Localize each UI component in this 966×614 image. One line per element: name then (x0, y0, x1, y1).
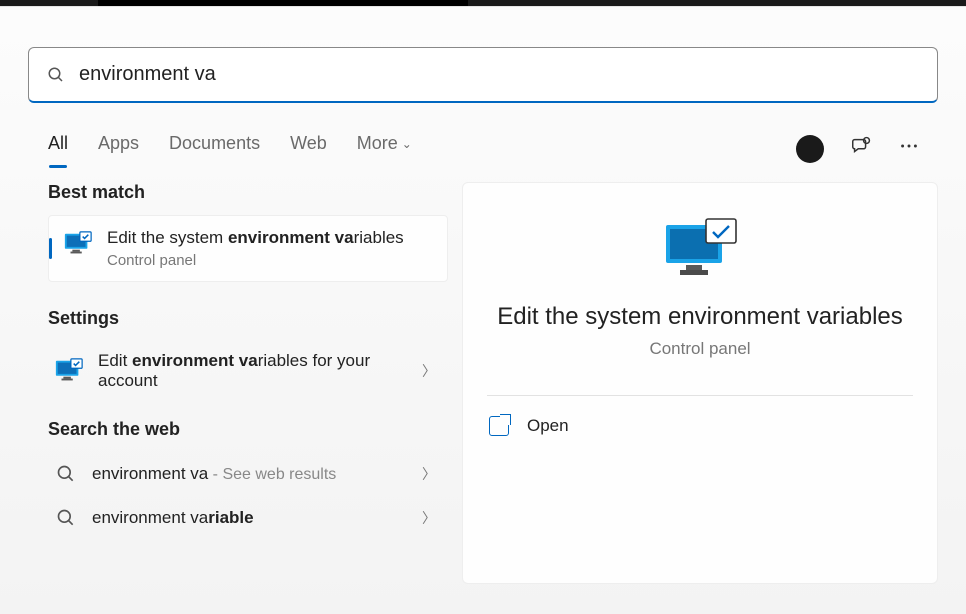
settings-result[interactable]: Edit environment variables for your acco… (48, 341, 448, 401)
chat-icon[interactable] (850, 135, 872, 162)
open-label: Open (527, 416, 569, 436)
best-match-header: Best match (48, 182, 448, 203)
chevron-right-icon: 〉 (422, 464, 442, 484)
user-avatar[interactable] (796, 135, 824, 163)
settings-header: Settings (48, 308, 448, 329)
web-result-title: environment va - See web results (92, 464, 336, 484)
detail-subtitle: Control panel (649, 339, 750, 359)
detail-panel: Edit the system environment variables Co… (462, 182, 938, 584)
tab-web[interactable]: Web (290, 133, 327, 164)
search-input[interactable] (79, 63, 919, 86)
best-match-result[interactable]: Edit the system environment variables Co… (48, 215, 448, 282)
search-icon (47, 66, 65, 84)
more-icon[interactable] (898, 135, 920, 162)
web-result[interactable]: environment va - See web results 〉 (48, 452, 448, 496)
tab-documents[interactable]: Documents (169, 133, 260, 164)
chevron-right-icon: 〉 (422, 361, 442, 381)
web-result[interactable]: environment variable 〉 (48, 496, 448, 540)
search-box[interactable] (28, 47, 938, 103)
best-match-title: Edit the system environment variables (107, 228, 404, 248)
settings-result-title: Edit environment variables for your acco… (98, 351, 408, 391)
chevron-right-icon: 〉 (422, 508, 442, 528)
tab-more-label: More (357, 133, 398, 154)
monitor-settings-icon (660, 215, 740, 285)
search-icon (54, 506, 78, 530)
open-action[interactable]: Open (487, 396, 913, 456)
web-result-title: environment variable (92, 508, 254, 528)
search-icon (54, 462, 78, 486)
filter-tabs: All Apps Documents Web More ⌄ (48, 133, 412, 164)
tab-apps[interactable]: Apps (98, 133, 139, 164)
chevron-down-icon: ⌄ (402, 137, 412, 151)
web-header: Search the web (48, 419, 448, 440)
detail-title: Edit the system environment variables (497, 303, 903, 331)
monitor-settings-icon (63, 230, 93, 260)
monitor-settings-icon (54, 357, 84, 387)
tab-all[interactable]: All (48, 133, 68, 164)
open-external-icon (489, 416, 509, 436)
tab-more[interactable]: More ⌄ (357, 133, 412, 164)
best-match-subtitle: Control panel (107, 252, 404, 269)
